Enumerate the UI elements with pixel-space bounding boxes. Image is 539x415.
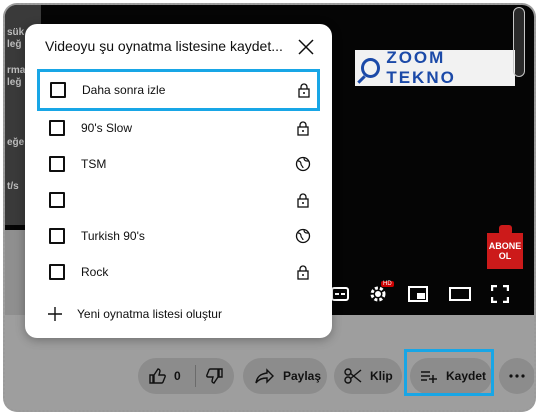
subscribe-badge-line1: ABONE xyxy=(488,241,522,251)
dislike-button[interactable] xyxy=(205,367,224,385)
dialog-title: Videoyu şu oynatma listesine kaydet... xyxy=(45,38,283,54)
create-playlist-label: Yeni oynatma listesi oluştur xyxy=(77,307,222,321)
more-actions-button[interactable] xyxy=(499,358,534,394)
lock-icon xyxy=(297,265,309,280)
create-playlist-button[interactable]: Yeni oynatma listesi oluştur xyxy=(47,306,222,322)
subscribe-badge[interactable]: ABONE OL xyxy=(487,225,523,269)
playlist-checkbox[interactable] xyxy=(50,82,66,98)
share-icon xyxy=(255,368,274,384)
subtitles-icon[interactable] xyxy=(329,285,351,303)
lock-icon xyxy=(298,83,310,98)
playlist-item-turkish-90s[interactable]: Turkish 90's xyxy=(39,219,319,253)
playlist-item-daha-sonra-izle[interactable]: Daha sonra izle xyxy=(37,69,320,111)
like-divider xyxy=(194,365,196,387)
playlist-checkbox[interactable] xyxy=(49,120,65,136)
watermark-text: ZOOM TEKNO xyxy=(386,48,456,87)
globe-icon xyxy=(295,156,311,172)
playlist-label: TSM xyxy=(81,157,107,171)
thumbs-down-icon xyxy=(205,368,223,384)
miniplayer-icon[interactable] xyxy=(407,285,429,303)
magnifier-icon xyxy=(361,58,381,78)
thumbs-up-icon xyxy=(149,368,166,384)
playlist-label: Rock xyxy=(81,265,109,279)
playlist-label: 90's Slow xyxy=(81,121,132,135)
plus-icon xyxy=(48,307,62,321)
save-button-highlight xyxy=(404,349,494,396)
share-label: Paylaş xyxy=(283,369,322,383)
close-icon xyxy=(298,39,314,55)
like-count: 0 xyxy=(174,369,181,383)
like-button[interactable]: 0 xyxy=(148,367,181,385)
playlist-checkbox[interactable] xyxy=(49,264,65,280)
playlist-item-tsm[interactable]: TSM xyxy=(39,147,319,181)
playlist-item-90s-slow[interactable]: 90's Slow xyxy=(39,111,319,145)
settings-icon[interactable]: HD xyxy=(367,281,394,303)
playlist-checkbox[interactable] xyxy=(49,192,65,208)
fullscreen-icon[interactable] xyxy=(489,285,511,303)
playlist-item-rock[interactable]: Rock xyxy=(39,255,319,289)
playlist-label: Daha sonra izle xyxy=(82,83,166,97)
theater-mode-icon[interactable] xyxy=(449,285,471,303)
subscribe-badge-line2: OL xyxy=(498,251,512,261)
playlist-checkbox[interactable] xyxy=(49,156,65,172)
more-horizontal-icon xyxy=(509,374,525,378)
playlist-item-unnamed[interactable] xyxy=(39,183,319,217)
lock-icon xyxy=(297,193,309,208)
save-to-playlist-dialog: Videoyu şu oynatma listesine kaydet... D… xyxy=(25,24,332,338)
clip-label: Klip xyxy=(370,369,393,383)
play-icon xyxy=(499,225,512,235)
scissors-icon xyxy=(344,368,362,384)
playlist-label: Turkish 90's xyxy=(81,229,145,243)
lock-icon xyxy=(297,121,309,136)
like-dislike-group: 0 xyxy=(138,358,234,394)
hd-badge: HD xyxy=(381,281,394,287)
scrollbar-handle[interactable] xyxy=(513,7,525,77)
globe-icon xyxy=(295,228,311,244)
channel-watermark: ZOOM TEKNO xyxy=(355,48,515,87)
close-button[interactable] xyxy=(295,36,317,58)
share-button[interactable]: Paylaş xyxy=(243,358,327,394)
clip-button[interactable]: Klip xyxy=(334,358,402,394)
playlist-checkbox[interactable] xyxy=(49,228,65,244)
